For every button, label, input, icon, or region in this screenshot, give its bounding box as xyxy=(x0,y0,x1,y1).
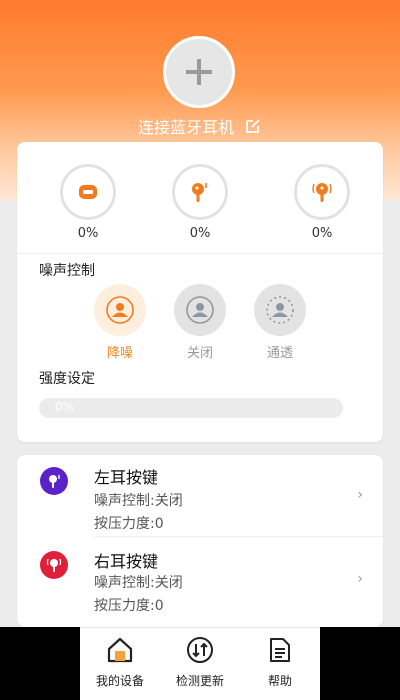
left-key-noise: 噪声控制:关闭 xyxy=(94,493,183,509)
right-earbud-icon xyxy=(46,558,62,572)
add-device-button[interactable] xyxy=(163,36,235,108)
key-settings-card: 左耳按键 噪声控制:关闭 按压力度:0 › 右耳按键 噪声控制:关闭 按压力度:… xyxy=(17,455,383,627)
case-battery-ring xyxy=(60,164,116,220)
noise-control-title: 噪声控制 xyxy=(39,263,95,279)
battery-row: 0% 0% 0% xyxy=(17,164,383,244)
left-key-pressure: 按压力度:0 xyxy=(94,516,164,532)
right-key-item[interactable]: 右耳按键 噪声控制:关闭 按压力度:0 › xyxy=(17,539,383,621)
divider xyxy=(17,253,383,254)
update-icon[interactable] xyxy=(186,636,214,664)
chevron-right-icon[interactable]: › xyxy=(357,487,363,503)
off-label[interactable]: 关闭 xyxy=(170,342,230,361)
anc-label[interactable]: 降噪 xyxy=(90,342,150,361)
connect-row[interactable]: 连接蓝牙耳机 xyxy=(0,114,400,138)
left-earbud-icon xyxy=(192,183,207,202)
right-key-title: 右耳按键 xyxy=(94,552,159,571)
right-key-noise: 噪声控制:关闭 xyxy=(94,575,183,591)
document-icon[interactable] xyxy=(266,636,294,664)
bottom-bar-left xyxy=(0,627,80,700)
home-icon[interactable] xyxy=(106,636,134,664)
bottom-bar-right xyxy=(320,627,400,700)
tab-help[interactable]: 帮助 xyxy=(240,636,320,689)
anc-person-icon xyxy=(106,296,134,324)
noise-option-anc[interactable]: 降噪 xyxy=(90,284,150,361)
right-battery-value: 0% xyxy=(311,226,333,241)
anc-icon-circle[interactable] xyxy=(94,284,146,336)
plus-icon xyxy=(186,59,212,85)
right-earbud-icon xyxy=(312,183,332,202)
connect-label[interactable]: 连接蓝牙耳机 xyxy=(138,114,234,138)
left-battery-value: 0% xyxy=(189,226,211,241)
transparency-label[interactable]: 通透 xyxy=(250,342,310,361)
left-battery-ring xyxy=(172,164,228,220)
off-icon-circle[interactable] xyxy=(174,284,226,336)
left-battery: 0% xyxy=(170,164,230,241)
off-person-icon xyxy=(186,296,214,324)
tab-help-label[interactable]: 帮助 xyxy=(240,672,320,689)
left-earbud-icon xyxy=(49,475,60,488)
divider xyxy=(94,536,383,537)
tab-my-devices[interactable]: 我的设备 xyxy=(80,636,160,689)
strength-title: 强度设定 xyxy=(39,371,95,387)
left-key-item[interactable]: 左耳按键 噪声控制:关闭 按压力度:0 › xyxy=(17,455,383,537)
noise-option-off[interactable]: 关闭 xyxy=(170,284,230,361)
right-battery: 0% xyxy=(292,164,352,241)
right-battery-ring xyxy=(294,164,350,220)
noise-option-transparency[interactable]: 通透 xyxy=(250,284,310,361)
left-key-title: 左耳按键 xyxy=(94,468,159,487)
right-key-pressure: 按压力度:0 xyxy=(94,598,164,614)
tab-check-update-label[interactable]: 检测更新 xyxy=(160,672,240,689)
transparency-icon-circle[interactable] xyxy=(254,284,306,336)
tab-bar: 我的设备 检测更新 帮助 xyxy=(80,627,320,700)
tab-check-update[interactable]: 检测更新 xyxy=(160,636,240,689)
device-card: 0% 0% 0% 噪声控制 降噪 关闭 通透 强度设定 0% xyxy=(17,142,383,442)
chevron-right-icon[interactable]: › xyxy=(357,571,363,587)
transparency-person-icon xyxy=(266,296,294,324)
strength-slider[interactable]: 0% xyxy=(39,398,343,418)
case-battery: 0% xyxy=(58,164,118,241)
case-battery-value: 0% xyxy=(77,226,99,241)
case-icon xyxy=(79,185,97,199)
strength-value: 0% xyxy=(55,400,75,414)
edit-icon[interactable] xyxy=(244,117,262,135)
right-key-avatar xyxy=(40,551,68,579)
tab-my-devices-label[interactable]: 我的设备 xyxy=(80,672,160,689)
left-key-avatar xyxy=(40,467,68,495)
